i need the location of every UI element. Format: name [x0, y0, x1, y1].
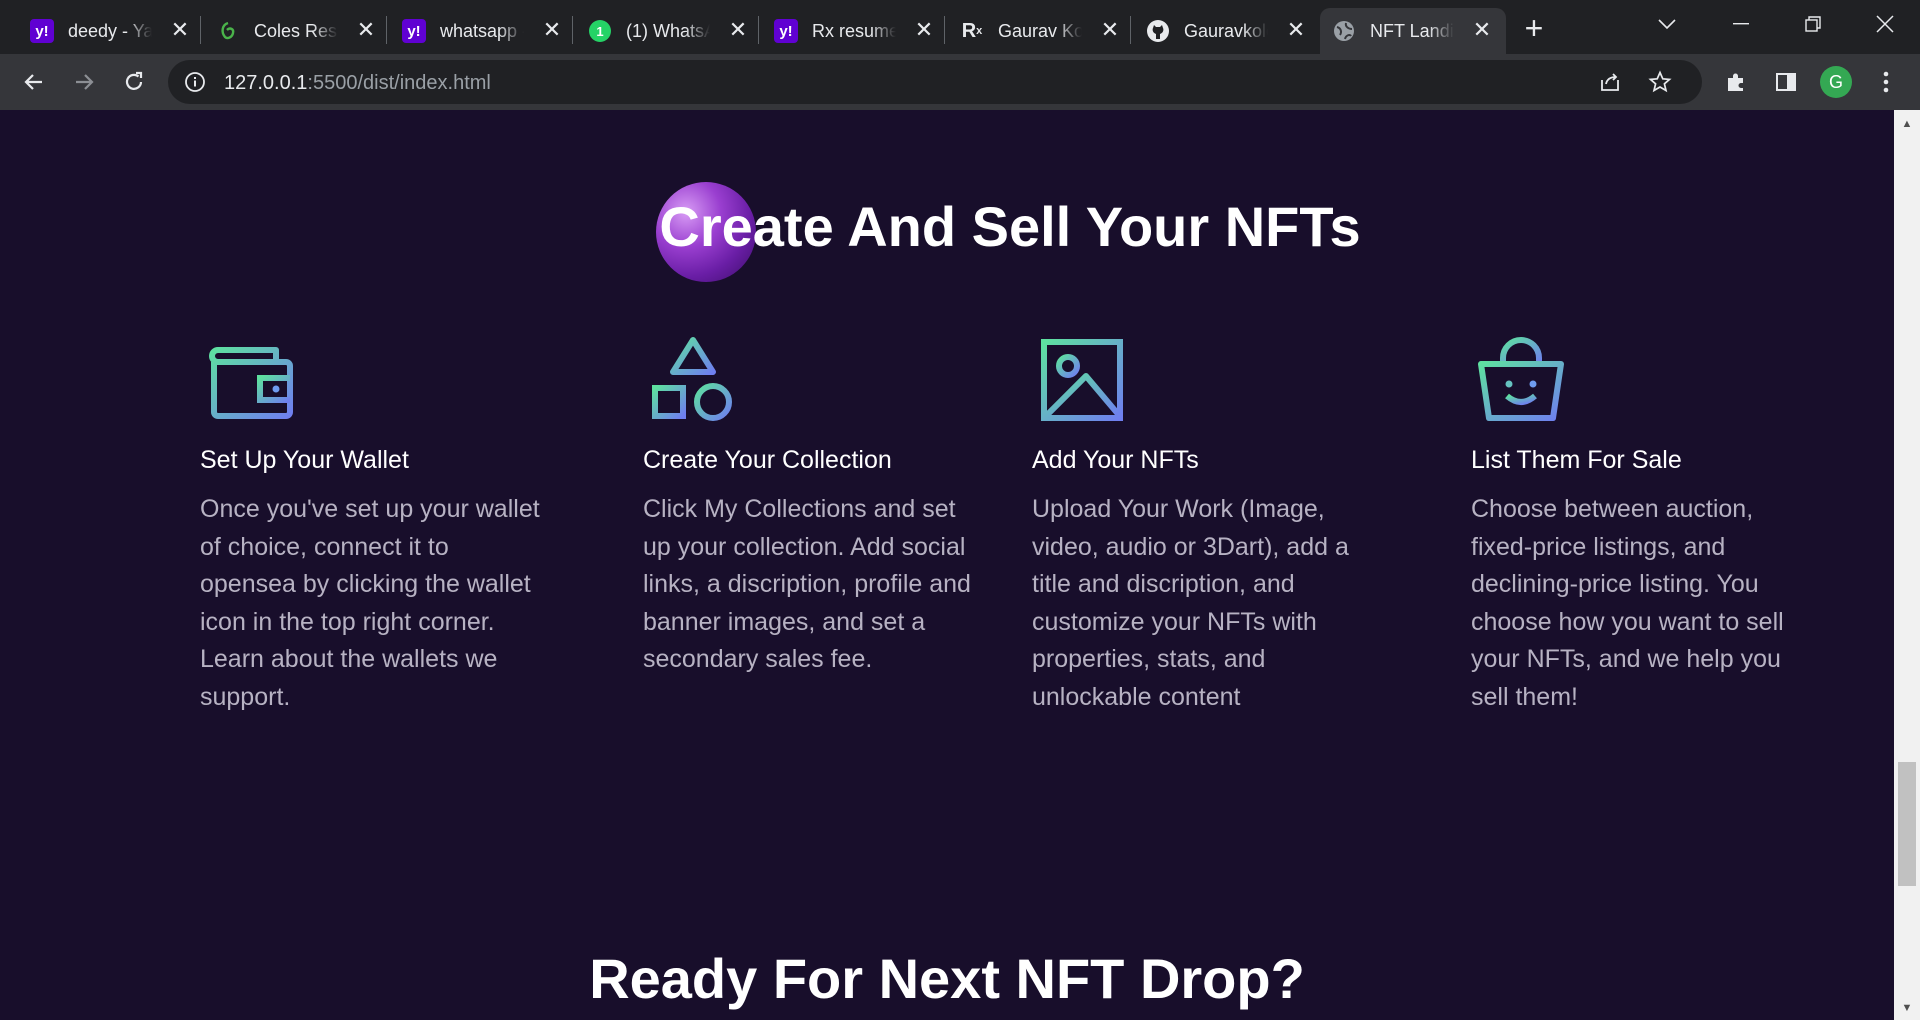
- browser-toolbar: 127.0.0.1:5500/dist/index.html G: [0, 54, 1920, 110]
- close-tab-icon[interactable]: ✕: [726, 17, 750, 42]
- url-host: 127.0.0.1: [224, 72, 308, 94]
- tab-5[interactable]: Rx Gaurav Kolekar ✕: [948, 8, 1134, 54]
- url-path: :5500/dist/index.html: [307, 72, 491, 94]
- step-card-nfts: Add Your NFTs Upload Your Work (Image, v…: [1032, 332, 1372, 716]
- close-tab-icon[interactable]: ✕: [168, 17, 192, 42]
- tab-7-active[interactable]: NFT Landing Page ✕: [1320, 8, 1506, 54]
- address-bar[interactable]: 127.0.0.1:5500/dist/index.html: [168, 60, 1702, 104]
- tab-0[interactable]: y! deedy - Yahoo ✕: [18, 8, 204, 54]
- bookmark-star-icon[interactable]: [1648, 70, 1672, 99]
- scrollbar-thumb[interactable]: [1898, 762, 1916, 886]
- extensions-icon[interactable]: [1716, 62, 1756, 102]
- step-card-wallet: Set Up Your Wallet Once you've set up yo…: [200, 332, 540, 716]
- scroll-up-arrow-icon[interactable]: ▲: [1894, 114, 1920, 134]
- leaf-icon: [216, 19, 240, 43]
- globe-icon: [1332, 19, 1356, 43]
- restore-icon[interactable]: [1778, 0, 1848, 48]
- url-text: 127.0.0.1:5500/dist/index.html: [224, 72, 491, 95]
- step-title: Create Your Collection: [643, 446, 892, 474]
- site-info-icon[interactable]: [184, 71, 206, 98]
- shopping-bag-icon: [1471, 332, 1567, 428]
- close-window-icon[interactable]: [1850, 0, 1920, 48]
- tab-strip: y! deedy - Yahoo ✕ Coles Resume ✕ y! wha…: [0, 0, 1920, 54]
- tab-1[interactable]: Coles Resume ✕: [204, 8, 390, 54]
- step-description: Once you've set up your wallet of choice…: [200, 495, 540, 711]
- step-description: Upload Your Work (Image, video, audio or…: [1032, 495, 1349, 711]
- tab-2[interactable]: y! whatsapp - Yahoo ✕: [390, 8, 576, 54]
- menu-kebab-icon[interactable]: [1866, 62, 1906, 102]
- step-title: List Them For Sale: [1471, 446, 1682, 474]
- rx-icon: Rx: [961, 19, 983, 42]
- page-content: Create And Sell Your NFTs Set Up Your Wa…: [0, 110, 1894, 1020]
- back-icon[interactable]: [14, 62, 54, 102]
- scroll-down-arrow-icon[interactable]: ▼: [1894, 998, 1920, 1018]
- tab-4[interactable]: y! Rx resume - Yahoo ✕: [762, 8, 948, 54]
- tab-search-icon[interactable]: [1632, 0, 1702, 48]
- close-tab-icon[interactable]: ✕: [1098, 17, 1122, 42]
- step-card-sale: List Them For Sale Choose between auctio…: [1471, 332, 1811, 716]
- step-description: Choose between auction, fixed-price list…: [1471, 495, 1784, 711]
- share-icon[interactable]: [1598, 70, 1622, 99]
- minimize-icon[interactable]: [1706, 0, 1776, 48]
- svg-text:1: 1: [596, 24, 603, 39]
- close-tab-icon[interactable]: ✕: [354, 17, 378, 42]
- new-tab-button[interactable]: +: [1516, 10, 1552, 46]
- yahoo-icon: y!: [402, 19, 426, 43]
- side-panel-icon[interactable]: [1766, 62, 1806, 102]
- next-section-title: Ready For Next NFT Drop?: [589, 947, 1305, 1010]
- close-tab-icon[interactable]: ✕: [1470, 17, 1494, 42]
- yahoo-icon: y!: [30, 19, 54, 43]
- tab-3[interactable]: 1 (1) WhatsApp ✕: [576, 8, 762, 54]
- forward-icon[interactable]: [64, 62, 104, 102]
- image-icon: [1032, 332, 1128, 428]
- tab-6[interactable]: Gauravkolekar ✕: [1134, 8, 1320, 54]
- page-scrollbar[interactable]: ▲ ▼: [1894, 110, 1920, 1020]
- step-description: Click My Collections and set up your col…: [643, 495, 971, 673]
- section-title: Create And Sell Your NFTs: [659, 195, 1361, 258]
- step-card-collection: Create Your Collection Click My Collecti…: [643, 332, 983, 679]
- wallet-icon: [200, 332, 296, 428]
- github-icon: [1146, 19, 1170, 43]
- shapes-icon: [643, 332, 739, 428]
- reload-icon[interactable]: [114, 62, 154, 102]
- step-title: Set Up Your Wallet: [200, 446, 409, 474]
- close-tab-icon[interactable]: ✕: [1284, 17, 1308, 42]
- yahoo-icon: y!: [774, 19, 798, 43]
- whatsapp-icon: 1: [588, 19, 612, 43]
- close-tab-icon[interactable]: ✕: [912, 17, 936, 42]
- close-tab-icon[interactable]: ✕: [540, 17, 564, 42]
- step-title: Add Your NFTs: [1032, 446, 1199, 474]
- profile-avatar[interactable]: G: [1820, 66, 1852, 98]
